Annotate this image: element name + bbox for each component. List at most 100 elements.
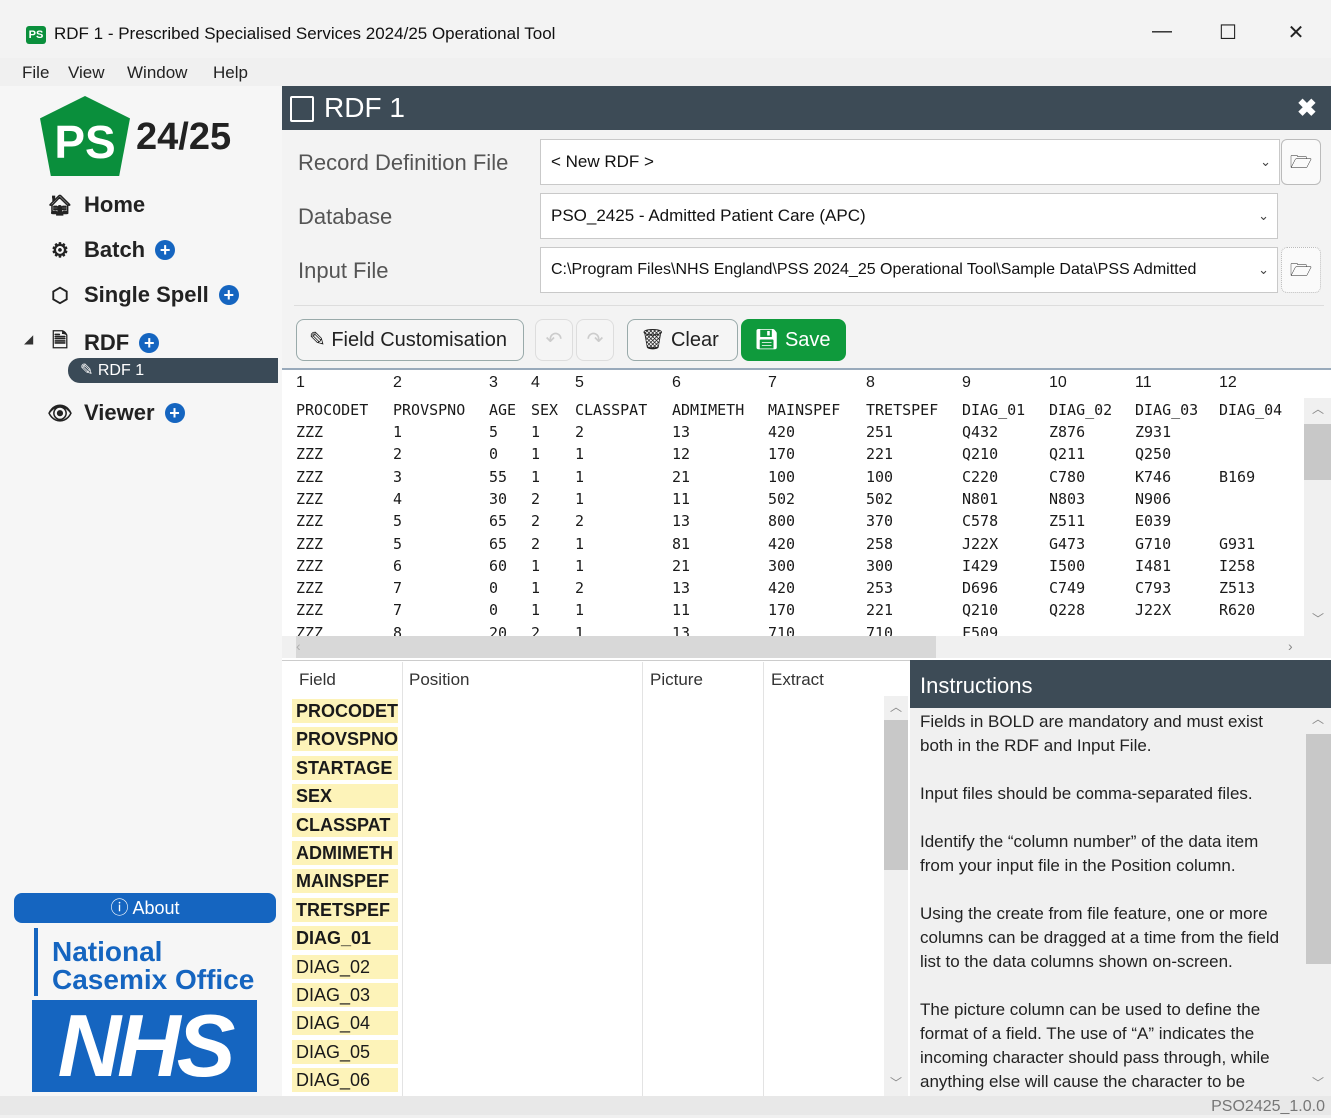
grid-cell: I481: [1135, 556, 1172, 575]
grid-cell: 2: [531, 512, 541, 531]
field-row[interactable]: ADMIMETH: [292, 841, 398, 865]
menu-help[interactable]: Help: [213, 63, 248, 83]
scroll-down-icon[interactable]: ﹀: [1312, 1074, 1324, 1091]
input-file-select[interactable]: C:\Program Files\NHS England\PSS 2024_25…: [540, 247, 1278, 293]
about-button[interactable]: ⓘ About: [14, 893, 276, 923]
grid-column-number[interactable]: 8: [866, 374, 875, 392]
input-file-label: Input File: [298, 258, 389, 283]
grid-column-number[interactable]: 7: [768, 374, 777, 392]
field-row[interactable]: TRETSPEF: [292, 897, 398, 922]
grid-column-number[interactable]: 5: [575, 374, 584, 392]
grid-cell: Z876: [1049, 423, 1086, 441]
grid-column-number[interactable]: 2: [393, 374, 402, 392]
nav-home[interactable]: 🏠︎ Home: [46, 192, 145, 218]
field-row[interactable]: CLASSPAT: [292, 812, 398, 837]
folder-icon: 🗁: [1289, 152, 1313, 172]
grid-header-cell: CLASSPAT: [575, 401, 648, 419]
undo-button[interactable]: ↶: [535, 319, 573, 361]
close-button[interactable]: ✕: [1276, 20, 1316, 45]
rdf-select-value: < New RDF >: [551, 152, 654, 171]
logo-year: 24/25: [136, 116, 232, 158]
extract-column-header[interactable]: Extract: [771, 670, 824, 690]
field-row[interactable]: PROVSPNO: [292, 727, 398, 752]
scroll-down-icon[interactable]: ﹀: [890, 1074, 902, 1091]
close-panel-icon[interactable]: ✖: [1297, 94, 1317, 123]
grid-cell: 1: [531, 467, 541, 486]
grid-horizontal-scrollbar[interactable]: ‹ ›: [282, 636, 1331, 658]
field-customisation-button[interactable]: ✎ Field Customisation: [296, 319, 524, 361]
scroll-down-icon[interactable]: ﹀: [1312, 610, 1324, 627]
database-select[interactable]: PSO_2425 - Admitted Patient Care (APC) ⌄: [540, 193, 1278, 239]
instructions-scrollbar[interactable]: ︿ ﹀: [1306, 708, 1331, 1096]
grid-column-number[interactable]: 11: [1135, 374, 1152, 392]
menu-file[interactable]: File: [22, 63, 49, 83]
field-row[interactable]: DIAG_01: [292, 926, 398, 951]
picture-column-header[interactable]: Picture: [650, 670, 703, 690]
grid-cell: C793: [1135, 579, 1172, 598]
grid-column-number[interactable]: 1: [296, 374, 305, 392]
scroll-up-icon[interactable]: ︿: [1312, 710, 1324, 727]
scroll-thumb-horizontal[interactable]: [296, 636, 936, 658]
scroll-up-icon[interactable]: ︿: [1312, 400, 1324, 417]
grid-cell: 420: [768, 423, 796, 441]
grid-column-number[interactable]: 6: [672, 374, 681, 392]
open-rdf-button[interactable]: 🗁: [1281, 139, 1321, 185]
data-grid[interactable]: 1 2 3 4 5 6 7 8 9 10 11 12 PROCODET PROVSPNO AGE SEX CLA…: [282, 368, 1331, 660]
scroll-thumb[interactable]: [884, 720, 908, 870]
scroll-thumb[interactable]: [1304, 424, 1331, 480]
clear-label: Clear: [670, 329, 719, 351]
field-row[interactable]: DIAG_03: [292, 983, 398, 1007]
field-row[interactable]: STARTAGE: [292, 755, 398, 780]
field-row[interactable]: DIAG_05: [292, 1039, 398, 1064]
grid-column-number[interactable]: 4: [531, 374, 540, 392]
grid-column-number[interactable]: 12: [1219, 374, 1237, 392]
field-vertical-scrollbar[interactable]: ︿ ﹀: [884, 696, 908, 1096]
menu-window[interactable]: Window: [127, 63, 187, 83]
browse-input-file-button[interactable]: 🗁: [1281, 247, 1321, 293]
grid-cell: 1: [575, 489, 585, 508]
menu-view[interactable]: View: [68, 63, 105, 83]
grid-cell: 5: [393, 512, 403, 531]
nav-rdf-1[interactable]: ✎ RDF 1: [68, 358, 278, 383]
field-row[interactable]: DIAG_02: [292, 954, 398, 979]
field-row[interactable]: SEX: [292, 784, 398, 809]
add-rdf-icon[interactable]: +: [139, 333, 160, 353]
field-row[interactable]: DIAG_06: [292, 1068, 398, 1093]
nav-viewer[interactable]: 👁︎ Viewer +: [46, 400, 185, 426]
save-button[interactable]: 💾︎ Save: [741, 319, 846, 361]
grid-header-cell: TRETSPEF: [866, 401, 939, 419]
minimize-button[interactable]: —: [1142, 20, 1182, 43]
scroll-thumb[interactable]: [1306, 734, 1331, 964]
scroll-up-icon[interactable]: ︿: [890, 698, 902, 715]
tree-expand-icon[interactable]: ◢: [24, 332, 33, 346]
position-column-header[interactable]: Position: [409, 670, 469, 690]
field-row[interactable]: PROCODET: [292, 699, 398, 723]
add-viewer-icon[interactable]: +: [164, 403, 185, 423]
nav-single-spell[interactable]: ⬡ Single Spell +: [46, 282, 239, 308]
grid-column-number[interactable]: 3: [489, 374, 498, 392]
instructions-title: Instructions: [910, 660, 1331, 708]
nav-rdf[interactable]: 🗎 RDF +: [46, 326, 160, 360]
field-row[interactable]: DIAG_04: [292, 1011, 398, 1036]
grid-column-number[interactable]: 9: [962, 374, 971, 392]
grid-header-cell: AGE: [489, 401, 517, 419]
add-batch-icon[interactable]: +: [155, 240, 176, 260]
field-row[interactable]: MAINSPEF: [292, 869, 398, 894]
grid-cell: N803: [1049, 489, 1086, 508]
clear-button[interactable]: 🗑︎ Clear: [627, 319, 738, 361]
field-column-header[interactable]: Field: [299, 670, 336, 690]
national-casemix-office-logo: National Casemix Office: [34, 928, 256, 996]
grid-cell: 7: [393, 601, 403, 620]
grid-cell: 6: [393, 556, 403, 575]
grid-vertical-scrollbar[interactable]: ︿ ﹀: [1304, 398, 1331, 636]
instruction-paragraph: Input files should be comma-separated fi…: [920, 784, 1253, 803]
scroll-right-icon[interactable]: ›: [1288, 638, 1293, 654]
redo-button[interactable]: ↷: [576, 319, 614, 361]
grid-cell: I429: [962, 556, 999, 575]
grid-column-number[interactable]: 10: [1049, 374, 1067, 392]
add-single-spell-icon[interactable]: +: [218, 285, 239, 305]
rdf-select[interactable]: < New RDF > ⌄: [540, 139, 1280, 185]
nav-batch[interactable]: ⚙ Batch +: [46, 237, 176, 263]
maximize-button[interactable]: ☐: [1208, 20, 1248, 45]
grid-cell: 170: [768, 601, 796, 620]
